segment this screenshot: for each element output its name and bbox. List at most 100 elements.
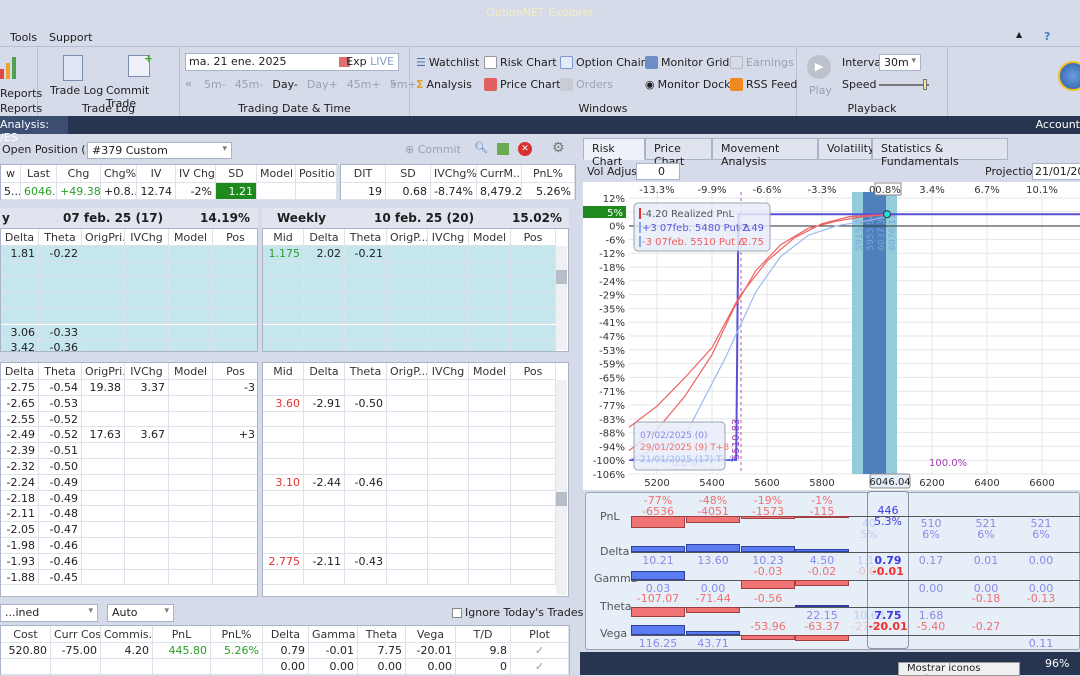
position-select[interactable]: #379 Custom [87,142,232,159]
column-header[interactable]: Delta [1,229,39,246]
column-header[interactable]: IVChg [428,363,469,380]
column-header[interactable]: OrigP... [387,229,428,246]
column-header[interactable]: Theta [39,229,82,246]
ignore-todays-trades-checkbox[interactable]: Ignore Today's Trades [452,606,583,619]
column-header[interactable]: w [1,165,21,183]
column-header[interactable]: T/D [456,626,511,643]
exp-button[interactable]: Exp [346,55,366,68]
scrollbar-lower[interactable] [556,380,567,595]
column-header[interactable]: IV Chg [176,165,216,183]
column-header[interactable]: Pos [213,229,257,246]
commit-button[interactable]: ⊕ Commit [405,143,461,156]
analysis-button[interactable]: Σ Analysis [416,78,472,91]
column-header[interactable]: IVChg [125,229,169,246]
gear-icon[interactable]: ⚙ [552,140,565,156]
watchlist-button[interactable]: ☰ Watchlist [416,56,479,69]
column-header[interactable]: IVChg% [431,165,477,183]
column-header[interactable]: Position [296,165,337,183]
column-header[interactable]: Theta [39,363,82,380]
live-button[interactable]: LIVE [370,55,394,68]
column-header[interactable]: Last [21,165,57,183]
step-back-icon[interactable]: « [185,77,192,90]
column-header[interactable]: Theta [358,626,406,643]
step-day-back[interactable]: Day- [272,78,298,91]
menu-support[interactable]: Support [49,31,92,44]
speed-slider-thumb[interactable] [922,79,927,90]
step-45m-forward[interactable]: 45m+ [347,78,381,91]
reports-icon[interactable] [0,55,22,79]
rss-feed-button[interactable]: RSS Feed [730,78,797,91]
column-header[interactable]: Delta [1,363,39,380]
column-header[interactable]: Gamma [309,626,358,643]
column-header[interactable]: Delta [263,626,309,643]
tab-analysis-es[interactable]: Analysis: /ES [0,116,68,144]
tab-volatility[interactable]: Volatility [818,138,875,160]
column-header[interactable]: Model [169,363,213,380]
column-header[interactable]: SD [216,165,257,183]
earnings-button[interactable]: Earnings [730,56,794,69]
option-chain-button[interactable]: Option Chain [560,56,648,69]
column-header[interactable]: Pos [213,363,257,380]
column-header[interactable]: Commis... [101,626,153,643]
aggregation-select[interactable]: ...ined [0,604,98,622]
tab-risk-chart[interactable]: Risk Chart [583,138,645,168]
column-header[interactable]: PnL [153,626,211,643]
price-chart-button[interactable]: Price Chart [484,78,561,91]
step-5m-back[interactable]: 5m- [204,78,226,91]
orders-button[interactable]: Orders [560,78,613,91]
export-icon[interactable] [497,143,509,155]
auto-select[interactable]: Auto [107,604,174,622]
speed-slider[interactable] [879,79,929,90]
plot-checkbox[interactable]: ✓ [511,659,569,675]
column-header[interactable]: Theta [345,229,387,246]
risk-chart-button[interactable]: Risk Chart [484,56,557,69]
tab-movement-analysis[interactable]: Movement Analysis [712,138,818,168]
projection-date-input[interactable]: 21/01/2025 [1032,163,1080,180]
plot-checkbox[interactable]: ✓ [511,643,569,659]
column-header[interactable]: IVChg [428,229,469,246]
column-header[interactable]: Vega [406,626,456,643]
column-header[interactable]: Chg% [101,165,137,183]
column-header[interactable]: Model [469,363,511,380]
risk-chart[interactable]: 12% 5% 0% -6% -12% -18% -24% -29% -35% -41% -47% -5… [583,182,1080,490]
play-button[interactable]: Play [809,84,832,97]
interval-select[interactable]: 30m [879,54,921,71]
collapse-ribbon-icon[interactable]: ▲ [1016,30,1022,39]
column-header[interactable]: DIT [341,165,386,183]
column-header[interactable]: Model [169,229,213,246]
column-header[interactable]: OrigP... [387,363,428,380]
column-header[interactable]: Model [257,165,296,183]
menu-tools[interactable]: Tools [10,31,37,44]
tab-statistics-fundamentals[interactable]: Statistics & Fundamentals [872,138,1008,168]
column-header[interactable]: Pos [511,363,556,380]
column-header[interactable]: Mid [263,363,304,380]
close-icon[interactable]: ✕ [518,142,532,156]
reports-button[interactable]: Reports [0,87,42,100]
step-45m-back[interactable]: 45m- [235,78,264,91]
help-icon[interactable]: ? [1044,30,1050,43]
monitor-grid-button[interactable]: Monitor Grid [645,56,729,69]
column-header[interactable]: SD [386,165,431,183]
column-header[interactable]: Theta [345,363,387,380]
scrollbar-upper[interactable] [556,246,567,350]
account-label[interactable]: Account [1036,118,1080,131]
column-header[interactable]: OrigPri... [82,363,125,380]
column-header[interactable]: CurrM... [477,165,522,183]
step-day-forward[interactable]: Day+ [307,78,338,91]
column-header[interactable]: Delta [304,229,345,246]
vol-adjust-spinner[interactable]: 0 [636,163,680,180]
search-icon[interactable]: 🔍︎ [474,141,488,154]
column-header[interactable]: Delta [304,363,345,380]
monitor-dock-button[interactable]: ◉ Monitor Dock [645,78,731,91]
tab-price-chart[interactable]: Price Chart [645,138,712,168]
column-header[interactable]: Curr Cost [51,626,101,643]
trading-date-input[interactable]: ma. 21 ene. 2025 Exp LIVE [185,53,399,71]
column-header[interactable]: Model [469,229,511,246]
column-header[interactable]: IV [137,165,176,183]
column-header[interactable]: PnL% [211,626,263,643]
column-header[interactable]: Mid [263,229,304,246]
column-header[interactable]: Cost [1,626,51,643]
step-forward-icon[interactable]: » [390,77,397,90]
trade-log-button[interactable]: Trade Log [50,84,103,97]
column-header[interactable]: Plot [511,626,569,643]
